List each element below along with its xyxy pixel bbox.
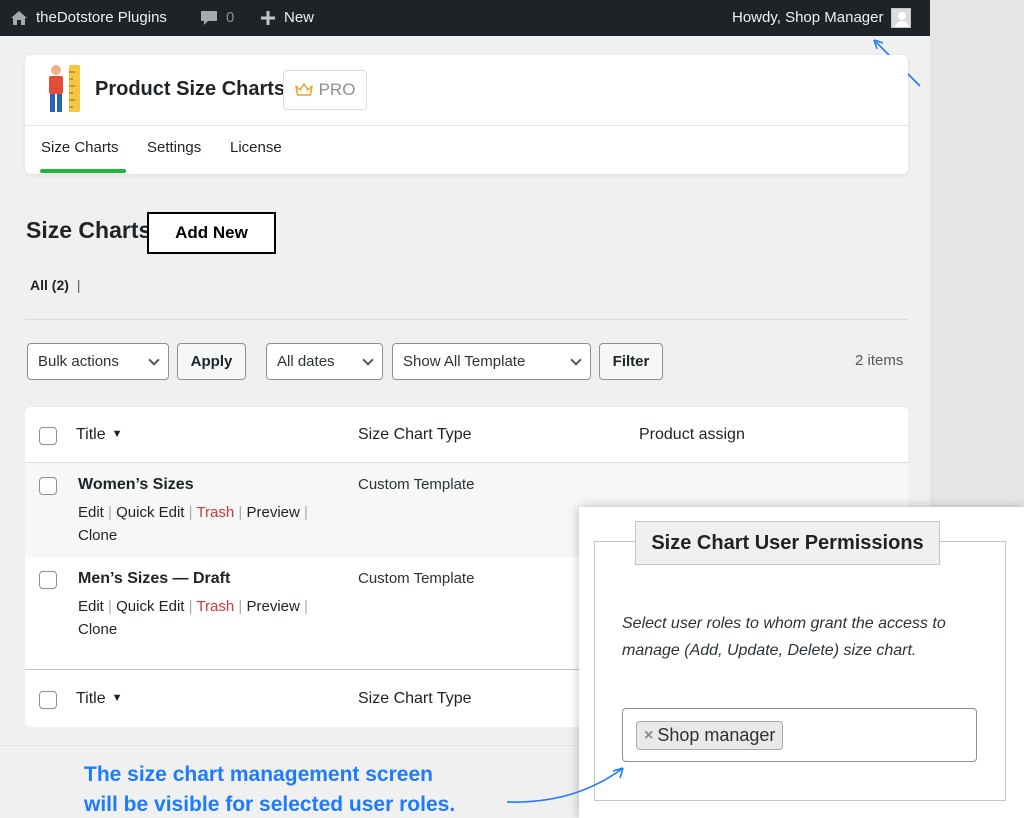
plus-icon xyxy=(261,11,275,25)
admin-bar: theDotstore Plugins 0 New Howdy, Shop Ma… xyxy=(0,0,930,36)
row-actions: Edit | Quick Edit | Trash | Preview | Cl… xyxy=(78,595,333,641)
annotation-line-1: The size chart management screen xyxy=(84,763,433,786)
permissions-callout: Size Chart User Permissions Select user … xyxy=(579,507,1024,818)
separator: | xyxy=(238,504,243,521)
annotation-text: The size chart management screen will be… xyxy=(84,760,455,818)
filter-all-link[interactable]: All (2) xyxy=(30,277,69,293)
separator: | xyxy=(188,504,193,521)
preview-link[interactable]: Preview xyxy=(247,504,300,521)
select-all-checkbox[interactable] xyxy=(39,427,57,445)
clone-link[interactable]: Clone xyxy=(78,621,117,638)
column-assign: Product assign xyxy=(639,426,745,443)
template-filter-select[interactable]: Show All Template xyxy=(392,343,591,380)
annotation-line-2: will be visible for selected user roles. xyxy=(84,793,456,816)
preview-link[interactable]: Preview xyxy=(247,598,300,615)
tab-size-charts[interactable]: Size Charts xyxy=(41,139,119,156)
status-filter: All (2) | xyxy=(30,277,81,293)
separator: | xyxy=(304,598,308,615)
crown-icon xyxy=(294,83,313,96)
clone-link[interactable]: Clone xyxy=(78,527,117,544)
column-title-label: Title xyxy=(76,426,106,443)
trash-link[interactable]: Trash xyxy=(196,598,234,615)
plugin-name: Product Size Charts xyxy=(95,78,286,100)
pro-badge[interactable]: PRO xyxy=(283,70,367,110)
row-title-link[interactable]: Women’s Sizes xyxy=(78,476,194,494)
table-header: Title ▼ Size Chart Type Product assign xyxy=(25,407,908,463)
filter-separator: | xyxy=(76,277,81,293)
site-name: theDotstore Plugins xyxy=(36,9,167,26)
tab-license[interactable]: License xyxy=(230,139,282,156)
home-icon xyxy=(11,11,27,25)
comment-icon xyxy=(201,10,217,25)
row-actions: Edit | Quick Edit | Trash | Preview | Cl… xyxy=(78,501,333,547)
new-label: New xyxy=(284,9,315,26)
permissions-description: Select user roles to whom grant the acce… xyxy=(622,615,946,659)
page-title: Size Charts xyxy=(26,217,152,243)
permissions-legend: Size Chart User Permissions xyxy=(635,521,940,565)
edit-link[interactable]: Edit xyxy=(78,504,104,521)
trash-link[interactable]: Trash xyxy=(196,504,234,521)
column-title-label: Title xyxy=(76,690,106,707)
selected-role-tag: × Shop manager xyxy=(636,721,784,750)
chevron-down-icon xyxy=(362,353,374,366)
row-title-link[interactable]: Men’s Sizes — Draft xyxy=(78,570,230,588)
site-link[interactable]: theDotstore Plugins xyxy=(10,0,167,36)
select-all-checkbox[interactable] xyxy=(39,691,57,709)
my-account-link[interactable]: Howdy, Shop Manager xyxy=(732,0,912,36)
chevron-down-icon xyxy=(570,353,582,366)
bulk-actions-select[interactable]: Bulk actions xyxy=(27,343,169,380)
separator: | xyxy=(188,598,193,615)
separator: | xyxy=(304,504,308,521)
items-count: 2 items xyxy=(855,352,904,369)
dates-filter-select[interactable]: All dates xyxy=(266,343,383,380)
greeting: Howdy, Shop Manager xyxy=(732,9,884,26)
avatar xyxy=(891,8,912,28)
column-title[interactable]: Title ▼ xyxy=(76,690,123,708)
comments-link[interactable]: 0 xyxy=(200,0,234,36)
row-type: Custom Template xyxy=(358,570,475,587)
edit-link[interactable]: Edit xyxy=(78,598,104,615)
row-checkbox[interactable] xyxy=(39,571,57,589)
comments-count: 0 xyxy=(226,9,235,26)
dates-filter-value: All dates xyxy=(277,353,335,370)
annotation-arrow-icon xyxy=(506,767,624,803)
pro-label: PRO xyxy=(318,80,356,99)
remove-tag-icon[interactable]: × xyxy=(644,727,653,745)
active-tab-indicator xyxy=(40,169,126,173)
row-type: Custom Template xyxy=(358,476,475,493)
column-type: Size Chart Type xyxy=(358,690,472,707)
bulk-actions-value: Bulk actions xyxy=(38,353,119,370)
divider xyxy=(25,125,908,126)
row-checkbox[interactable] xyxy=(39,477,57,495)
filter-button[interactable]: Filter xyxy=(599,343,663,380)
column-type: Size Chart Type xyxy=(358,426,472,443)
template-filter-value: Show All Template xyxy=(403,353,526,370)
quick-edit-link[interactable]: Quick Edit xyxy=(116,598,184,615)
add-new-button[interactable]: Add New xyxy=(147,212,276,254)
new-content-link[interactable]: New xyxy=(260,0,314,36)
tab-settings[interactable]: Settings xyxy=(147,139,201,156)
filter-all-count: (2) xyxy=(51,277,69,293)
separator: | xyxy=(238,598,243,615)
filter-all-label: All xyxy=(30,277,48,293)
size-chart-logo-icon xyxy=(49,65,80,112)
apply-button[interactable]: Apply xyxy=(177,343,246,380)
selected-role-label: Shop manager xyxy=(657,725,776,745)
quick-edit-link[interactable]: Quick Edit xyxy=(116,504,184,521)
sort-caret-icon: ▼ xyxy=(111,692,123,704)
user-roles-select[interactable]: × Shop manager xyxy=(622,708,977,762)
plugin-header: Product Size Charts PRO Size Charts Sett… xyxy=(25,55,908,174)
separator: | xyxy=(108,598,112,615)
sort-caret-icon: ▼ xyxy=(111,428,123,440)
separator: | xyxy=(108,504,112,521)
permissions-fieldset xyxy=(594,541,1006,801)
column-title[interactable]: Title ▼ xyxy=(76,426,123,444)
divider xyxy=(25,319,908,320)
chevron-down-icon xyxy=(148,353,160,366)
